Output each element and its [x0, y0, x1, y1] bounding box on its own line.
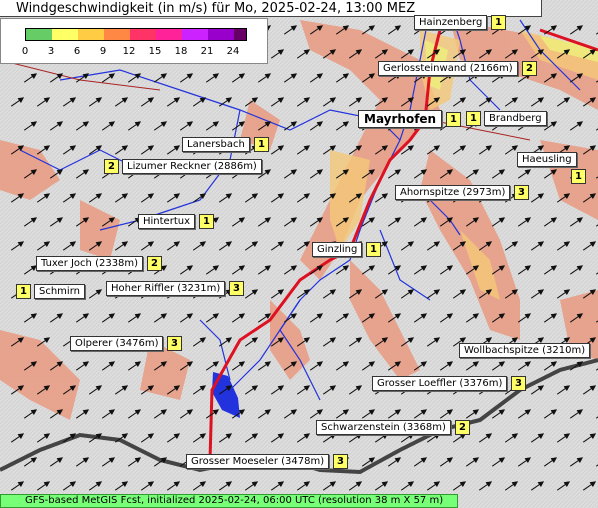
place-label: Grosser Moeseler (3478m) [186, 454, 330, 469]
wind-map: Windgeschwindigkeit (in m/s) für Mo, 202… [0, 0, 598, 508]
place-label: Hintertux [138, 214, 195, 229]
wind-value-badge: 1 [571, 169, 586, 184]
place-label: Schmirn [34, 284, 85, 299]
wind-value-badge: 1 [199, 214, 214, 229]
legend-tick-label: 0 [21, 46, 29, 57]
wind-value-badge: 1 [491, 15, 506, 30]
wind-value-badge: 1 [446, 111, 461, 127]
wind-value-badge: 1 [16, 284, 31, 299]
legend: 0 3 6 9 12 15 18 21 24 [0, 18, 268, 64]
place-label: Lanersbach [182, 137, 250, 152]
wind-value-badge: 1 [254, 137, 269, 152]
legend-tick-label: 9 [99, 46, 107, 57]
legend-tick-label: 18 [174, 46, 188, 57]
legend-swatch [26, 29, 52, 40]
place-label: Ahornspitze (2973m) [395, 185, 511, 200]
legend-swatch [104, 29, 130, 40]
place-label: Haeusling [517, 152, 577, 167]
place-label: Hoher Riffler (3231m) [106, 281, 226, 296]
legend-swatch [156, 29, 182, 40]
legend-swatch [208, 29, 234, 40]
footer-credit: GFS-based MetGIS Fcst, initialized 2025-… [0, 494, 458, 508]
place-label: Wollbachspitze (3210m) [459, 343, 591, 358]
place-label: Tuxer Joch (2338m) [36, 256, 144, 271]
wind-value-badge: 3 [167, 336, 182, 351]
wind-value-badge: 3 [333, 454, 348, 469]
legend-swatch [182, 29, 208, 40]
place-label: Gerlossteinwand (2166m) [378, 61, 518, 76]
wind-value-badge: 1 [466, 111, 481, 126]
wind-value-badge: 3 [511, 376, 526, 391]
legend-tick-label: 15 [148, 46, 162, 57]
place-label: Brandberg [484, 111, 547, 126]
legend-color-bar [25, 28, 247, 41]
legend-swatch [130, 29, 156, 40]
terrain-layer [0, 0, 598, 508]
wind-value-badge: 2 [455, 420, 470, 435]
legend-swatch [234, 29, 246, 40]
legend-tick-label: 21 [200, 46, 214, 57]
place-label: Ginzling [312, 242, 363, 257]
legend-tick-label: 12 [122, 46, 136, 57]
place-label: Olperer (3476m) [70, 336, 164, 351]
place-label: Hainzenberg [414, 15, 488, 30]
wind-value-badge: 2 [522, 61, 537, 76]
wind-value-badge: 2 [104, 159, 119, 174]
wind-value-badge: 2 [147, 256, 162, 271]
place-label: Schwarzenstein (3368m) [316, 420, 451, 435]
legend-swatch [52, 29, 78, 40]
legend-swatch [78, 29, 104, 40]
wind-value-badge: 3 [514, 185, 529, 200]
place-label: Mayrhofen [358, 110, 443, 128]
legend-tick-label: 3 [47, 46, 55, 57]
wind-value-badge: 3 [229, 281, 244, 296]
legend-tick-label: 6 [73, 46, 81, 57]
wind-value-badge: 1 [366, 242, 381, 257]
place-label: Lizumer Reckner (2886m) [122, 159, 262, 174]
legend-tick-label: 24 [226, 46, 240, 57]
place-label: Grosser Loeffler (3376m) [372, 376, 508, 391]
